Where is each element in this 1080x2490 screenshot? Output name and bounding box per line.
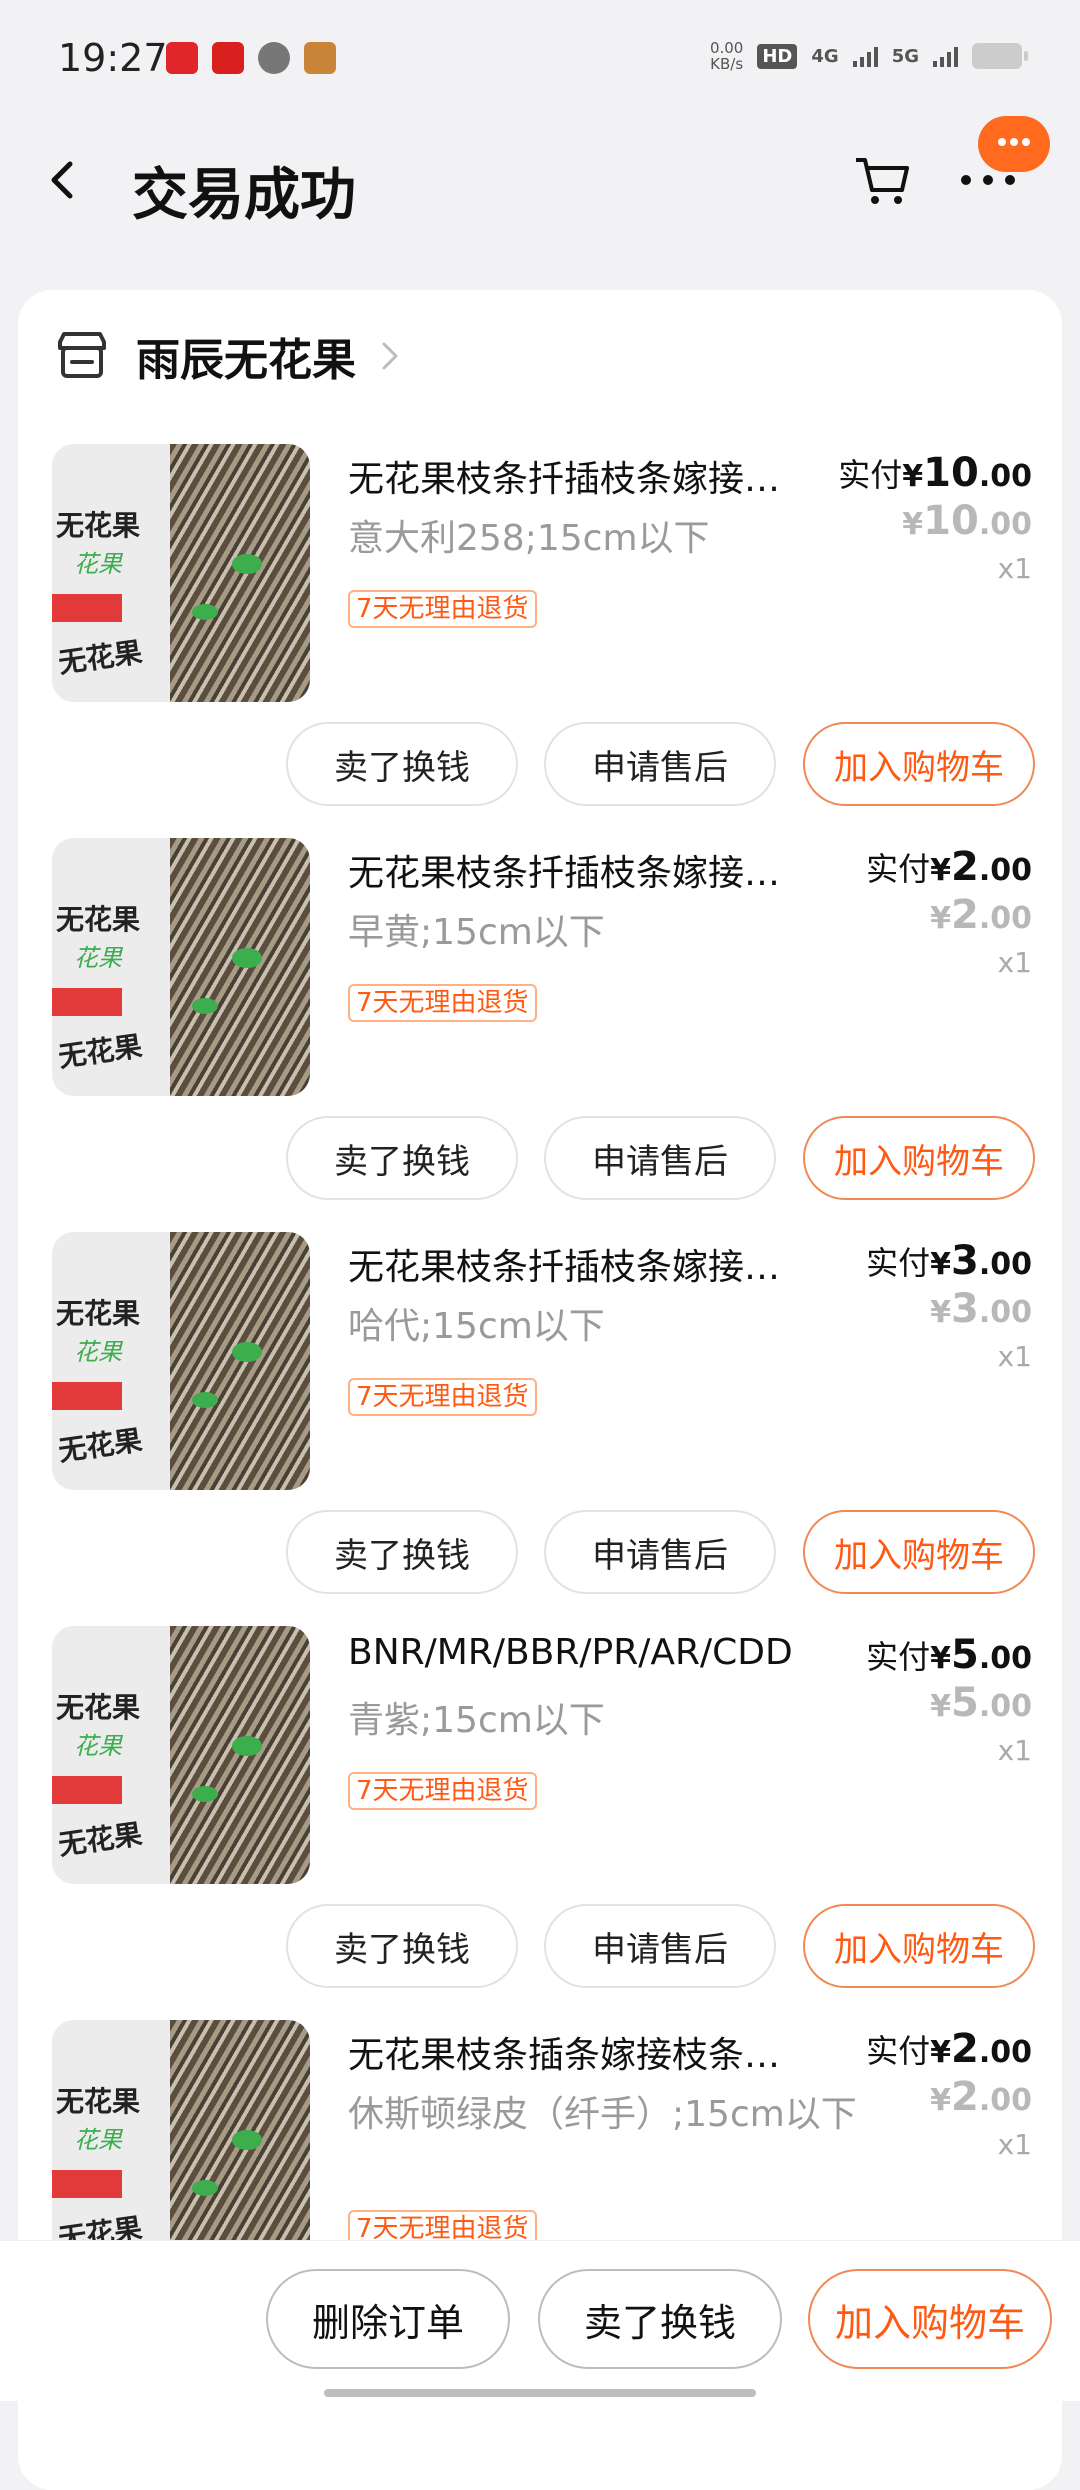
paid-amount: 实付¥2.00	[866, 2026, 1032, 2072]
product-spec: 休斯顿绿皮（纤手）;15cm以下	[348, 2094, 857, 2135]
delete-order-button[interactable]: 删除订单	[266, 2269, 510, 2369]
original-price: ¥3.00	[930, 1286, 1032, 1332]
app-notification-icon	[258, 42, 290, 74]
status-time: 19:27	[58, 36, 168, 80]
after-sales-button[interactable]: 申请售后	[544, 1904, 776, 1988]
shop-header[interactable]: 雨辰无花果	[54, 326, 402, 386]
add-to-cart-button[interactable]: 加入购物车	[803, 1904, 1035, 1988]
paid-amount: 实付¥3.00	[866, 1238, 1032, 1284]
product-thumbnail[interactable]: 无花果 花果 无花果	[52, 444, 310, 702]
chevron-right-icon	[382, 342, 398, 370]
paid-amount: 实付¥2.00	[866, 844, 1032, 890]
sell-button[interactable]: 卖了换钱	[286, 1116, 518, 1200]
product-spec: 早黄;15cm以下	[348, 912, 605, 953]
product-thumbnail[interactable]: 无花果 花果 无花果	[52, 1626, 310, 1884]
app-notification-icon	[304, 42, 336, 74]
quantity: x1	[997, 2128, 1032, 2161]
page-title: 交易成功	[132, 163, 356, 228]
quantity: x1	[997, 946, 1032, 979]
add-to-cart-button[interactable]: 加入购物车	[803, 1510, 1035, 1594]
add-to-cart-button[interactable]: 加入购物车	[808, 2269, 1052, 2369]
price-info: 实付¥10.00 ¥10.00 x1	[838, 450, 1032, 585]
sell-button[interactable]: 卖了换钱	[286, 722, 518, 806]
after-sales-button[interactable]: 申请售后	[544, 1510, 776, 1594]
back-button[interactable]	[40, 152, 90, 208]
order-item[interactable]: 无花果 花果 无花果 无花果枝条扦插枝条嫁接枝条 意大利258;15cm以下 7…	[18, 444, 1062, 838]
sell-button[interactable]: 卖了换钱	[286, 1510, 518, 1594]
signal-icon	[852, 45, 878, 67]
system-icons: 0.00 KB/s HD 4G 5G	[709, 39, 1028, 73]
add-to-cart-button[interactable]: 加入购物车	[803, 1116, 1035, 1200]
paid-amount: 实付¥5.00	[866, 1632, 1032, 1678]
order-item[interactable]: 无花果 花果 无花果 无花果枝条扦插枝条嫁接枝条 早黄;15cm以下 7天无理由…	[18, 838, 1062, 1232]
app-notification-icon	[166, 42, 198, 74]
net-speed: 0.00 KB/s	[709, 39, 744, 73]
product-title[interactable]: 无花果枝条插条嫁接枝条扦插	[348, 2026, 808, 2078]
network-type-4g: 4G	[811, 45, 839, 67]
more-dots-icon	[961, 175, 1015, 185]
bottom-action-bar: 删除订单 卖了换钱 加入购物车	[0, 2240, 1080, 2401]
sell-button[interactable]: 卖了换钱	[538, 2269, 782, 2369]
price-info: 实付¥5.00 ¥5.00 x1	[866, 1632, 1032, 1767]
original-price: ¥5.00	[930, 1680, 1032, 1726]
battery-icon	[972, 43, 1028, 69]
quantity: x1	[997, 552, 1032, 585]
status-bar: 19:27 0.00 KB/s HD 4G 5G	[0, 0, 1080, 120]
app-notification-icon	[212, 42, 244, 74]
cart-icon	[856, 158, 909, 204]
network-type-5g: 5G	[891, 45, 919, 67]
product-spec: 青紫;15cm以下	[348, 1700, 605, 1741]
product-title[interactable]: 无花果枝条扦插枝条嫁接枝条	[348, 450, 808, 502]
chevron-left-icon	[51, 161, 73, 199]
add-to-cart-button[interactable]: 加入购物车	[803, 722, 1035, 806]
store-icon	[58, 332, 106, 378]
cart-button[interactable]	[852, 150, 912, 210]
order-item[interactable]: 无花果 花果 无花果 BNR/MR/BBR/PR/AR/CDD 青紫;15cm以…	[18, 1626, 1062, 2020]
price-info: 实付¥3.00 ¥3.00 x1	[866, 1238, 1032, 1373]
after-sales-button[interactable]: 申请售后	[544, 1116, 776, 1200]
order-card: 雨辰无花果 无花果 花果 无花果 无花果枝条扦插枝条嫁接枝条 意大利258;15…	[18, 290, 1062, 2490]
product-spec: 哈代;15cm以下	[348, 1306, 605, 1347]
quantity: x1	[997, 1734, 1032, 1767]
signal-icon	[933, 45, 958, 67]
return-policy-tag: 7天无理由退货	[348, 1378, 537, 1416]
hd-icon: HD	[757, 43, 798, 69]
notification-icons	[166, 42, 336, 74]
product-title[interactable]: 无花果枝条扦插枝条嫁接枝条	[348, 844, 808, 896]
paid-amount: 实付¥10.00	[838, 450, 1032, 496]
home-indicator[interactable]	[324, 2389, 756, 2397]
return-policy-tag: 7天无理由退货	[348, 1772, 537, 1810]
quantity: x1	[997, 1340, 1032, 1373]
price-info: 实付¥2.00 ¥2.00 x1	[866, 844, 1032, 979]
return-policy-tag: 7天无理由退货	[348, 984, 537, 1022]
original-price: ¥2.00	[930, 2074, 1032, 2120]
original-price: ¥2.00	[930, 892, 1032, 938]
price-info: 实付¥2.00 ¥2.00 x1	[866, 2026, 1032, 2161]
message-badge[interactable]	[978, 116, 1050, 172]
product-title[interactable]: 无花果枝条扦插枝条嫁接枝条	[348, 1238, 808, 1290]
return-policy-tag: 7天无理由退货	[348, 590, 537, 628]
nav-header: 交易成功	[0, 120, 1080, 240]
shop-name: 雨辰无花果	[136, 335, 356, 386]
sell-button[interactable]: 卖了换钱	[286, 1904, 518, 1988]
product-thumbnail[interactable]: 无花果 花果 无花果	[52, 1232, 310, 1490]
product-spec: 意大利258;15cm以下	[348, 518, 710, 559]
original-price: ¥10.00	[902, 498, 1032, 544]
after-sales-button[interactable]: 申请售后	[544, 722, 776, 806]
product-title[interactable]: BNR/MR/BBR/PR/AR/CDD	[348, 1632, 808, 1673]
order-item[interactable]: 无花果 花果 无花果 无花果枝条扦插枝条嫁接枝条 哈代;15cm以下 7天无理由…	[18, 1232, 1062, 1626]
product-thumbnail[interactable]: 无花果 花果 无花果	[52, 838, 310, 1096]
